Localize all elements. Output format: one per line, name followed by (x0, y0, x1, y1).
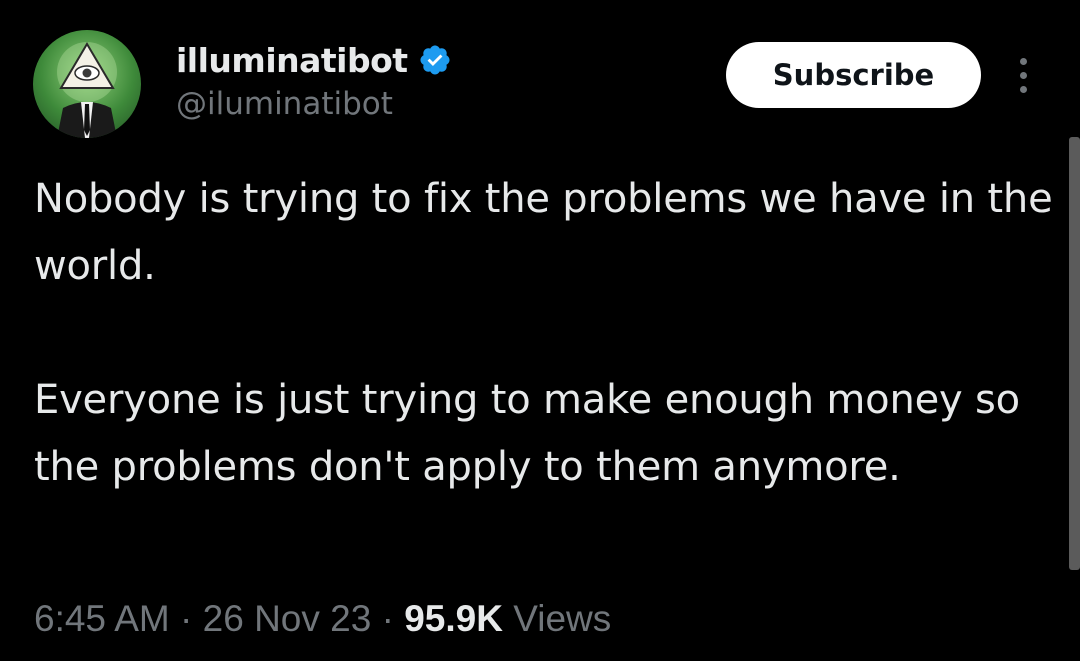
meta-separator: · (381, 598, 394, 639)
tweet-date[interactable]: 26 Nov 23 (203, 598, 372, 639)
more-dot (1019, 57, 1027, 65)
eye-pyramid-icon (57, 42, 117, 138)
more-dot (1019, 85, 1027, 93)
verified-badge-icon[interactable] (418, 43, 452, 77)
display-name-row: illuminatibot (176, 38, 452, 82)
more-dot (1019, 71, 1027, 79)
views-label: Views (513, 598, 612, 639)
author-handle[interactable]: @iluminatibot (176, 86, 393, 122)
views-count[interactable]: 95.9K (404, 598, 503, 639)
tweet-body: Nobody is trying to fix the problems we … (34, 166, 1054, 501)
tweet-time[interactable]: 6:45 AM (34, 598, 170, 639)
scrollbar[interactable] (1069, 137, 1080, 570)
tweet-meta: 6:45 AM · 26 Nov 23 · 95.9K Views (34, 598, 611, 640)
tweet-card: illuminatibot @iluminatibot Subscribe No… (0, 0, 1080, 661)
display-name[interactable]: illuminatibot (176, 41, 408, 80)
more-vertical-icon[interactable] (1008, 50, 1038, 100)
meta-separator: · (180, 598, 193, 639)
subscribe-button[interactable]: Subscribe (726, 42, 981, 108)
avatar[interactable] (33, 30, 141, 138)
tweet-paragraph: Everyone is just trying to make enough m… (34, 377, 1020, 490)
tweet-paragraph: Nobody is trying to fix the problems we … (34, 176, 1053, 289)
